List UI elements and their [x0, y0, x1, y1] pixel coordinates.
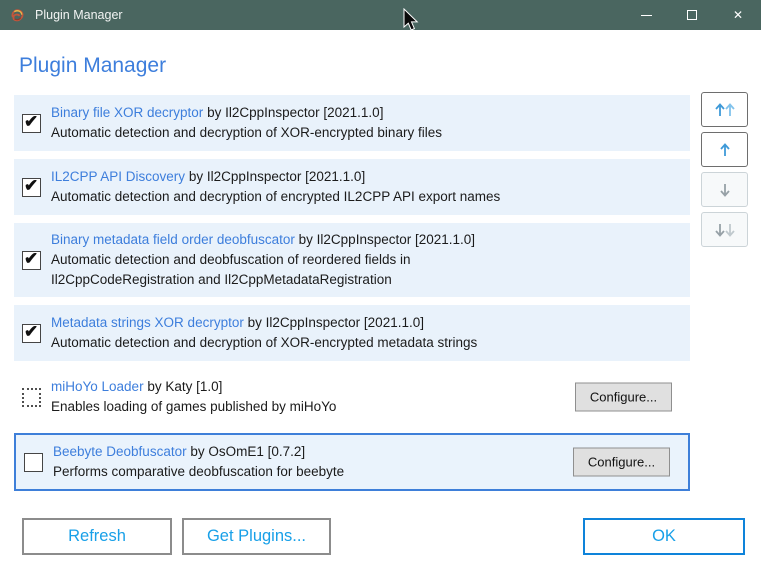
plugin-name-link[interactable]: miHoYo Loader — [51, 379, 144, 394]
reorder-controls — [701, 92, 748, 247]
plugin-checkbox[interactable]: ✔ — [22, 387, 41, 407]
plugin-byline: by OsOmE1 [0.7.2] — [190, 444, 306, 459]
move-down-button[interactable] — [701, 172, 748, 207]
move-up-button[interactable] — [701, 132, 748, 167]
plugin-manager-window: { "titlebar": { "app_title": "Plugin Man… — [0, 0, 761, 576]
app-logo-icon — [11, 8, 24, 21]
plugin-byline: by Il2CppInspector [2021.1.0] — [247, 315, 424, 330]
refresh-button[interactable]: Refresh — [22, 518, 172, 555]
checkmark-icon: ✔ — [24, 175, 39, 195]
plugin-description: Automatic detection and decryption of en… — [51, 189, 501, 204]
plugin-byline: by Il2CppInspector [2021.1.0] — [207, 105, 384, 120]
plugin-checkbox[interactable]: ✔ — [22, 248, 41, 270]
plugin-description: Automatic detection and decryption of XO… — [51, 125, 442, 140]
plugin-row-mihoyo-loader[interactable]: ✔ miHoYo Loader by Katy [1.0] Enables lo… — [14, 369, 690, 425]
plugin-row-binary-metadata-field-order-deobfuscator[interactable]: ✔ Binary metadata field order deobfuscat… — [14, 223, 690, 297]
plugin-checkbox[interactable]: ✔ — [24, 452, 43, 472]
plugin-description: Automatic detection and deobfuscation of… — [51, 252, 411, 287]
down-arrow-icon — [719, 183, 730, 197]
plugin-description: Automatic detection and decryption of XO… — [51, 335, 478, 350]
titlebar: Plugin Manager ✕ — [0, 0, 761, 30]
close-icon: ✕ — [732, 8, 744, 22]
page-title: Plugin Manager — [19, 54, 167, 77]
plugin-description: Performs comparative deobfuscation for b… — [53, 464, 345, 479]
window-title: Plugin Manager — [35, 8, 123, 22]
plugin-name-link[interactable]: Binary metadata field order deobfuscator — [51, 232, 295, 247]
plugin-description: Enables loading of games published by mi… — [51, 399, 337, 414]
plugin-row-beebyte-deobfuscator[interactable]: ✔ Beebyte Deobfuscator by OsOmE1 [0.7.2]… — [14, 433, 690, 491]
ok-button[interactable]: OK — [583, 518, 745, 555]
plugin-checkbox[interactable]: ✔ — [22, 175, 41, 197]
double-down-arrow-icon — [714, 223, 735, 237]
plugin-row-binary-file-xor-decryptor[interactable]: ✔ Binary file XOR decryptor by Il2CppIns… — [14, 95, 690, 151]
maximize-icon — [687, 10, 697, 20]
get-plugins-button[interactable]: Get Plugins... — [182, 518, 331, 555]
configure-button[interactable]: Configure... — [575, 382, 672, 412]
move-to-top-button[interactable] — [701, 92, 748, 127]
plugin-checkbox[interactable]: ✔ — [22, 111, 41, 133]
mouse-cursor — [403, 8, 419, 31]
checkmark-icon: ✔ — [24, 111, 39, 131]
minimize-button[interactable] — [623, 0, 669, 30]
checkmark-icon: ✔ — [24, 248, 39, 268]
close-button[interactable]: ✕ — [715, 0, 761, 30]
minimize-icon — [640, 14, 652, 16]
plugin-name-link[interactable]: Beebyte Deobfuscator — [53, 444, 187, 459]
move-to-bottom-button[interactable] — [701, 212, 748, 247]
plugin-byline: by Il2CppInspector [2021.1.0] — [298, 232, 476, 247]
plugin-checkbox[interactable]: ✔ — [22, 321, 41, 343]
plugin-byline: by Il2CppInspector [2021.1.0] — [188, 169, 366, 184]
maximize-button[interactable] — [669, 0, 715, 30]
double-up-arrow-icon — [714, 102, 735, 116]
configure-button[interactable]: Configure... — [573, 447, 670, 477]
plugin-row-il2cpp-api-discovery[interactable]: ✔ IL2CPP API Discovery by Il2CppInspecto… — [14, 159, 690, 215]
plugin-list: ✔ Binary file XOR decryptor by Il2CppIns… — [14, 95, 690, 491]
checkmark-icon: ✔ — [24, 321, 39, 341]
plugin-row-metadata-strings-xor-decryptor[interactable]: ✔ Metadata strings XOR decryptor by Il2C… — [14, 305, 690, 361]
plugin-byline: by Katy [1.0] — [147, 379, 223, 394]
plugin-name-link[interactable]: IL2CPP API Discovery — [51, 169, 185, 184]
plugin-name-link[interactable]: Binary file XOR decryptor — [51, 105, 203, 120]
plugin-name-link[interactable]: Metadata strings XOR decryptor — [51, 315, 244, 330]
up-arrow-icon — [719, 142, 730, 156]
